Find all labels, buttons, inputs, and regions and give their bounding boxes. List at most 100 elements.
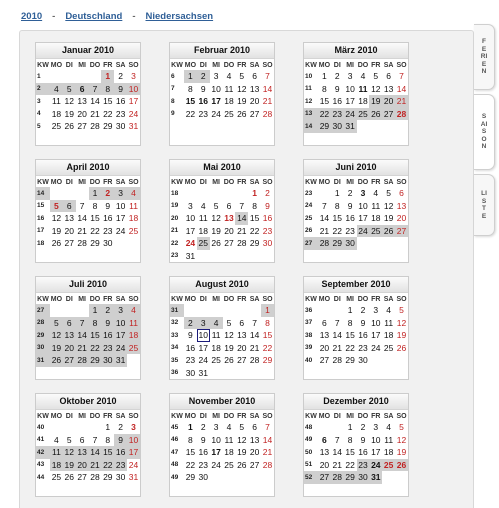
day-cell[interactable]: 15 [344,329,357,342]
tab-liste[interactable]: LISTE [474,174,495,236]
day-cell[interactable]: 5 [369,70,382,83]
day-cell[interactable]: 26 [50,354,63,367]
day-cell[interactable]: 20 [62,341,76,354]
day-cell[interactable]: 3 [114,187,128,200]
day-cell[interactable]: 24 [197,354,210,367]
day-cell[interactable]: 12 [369,83,382,96]
day-cell[interactable]: 8 [344,317,357,330]
day-cell[interactable]: 10 [357,200,370,213]
day-cell[interactable]: 31 [184,250,197,263]
month-title[interactable]: Februar 2010 [170,43,274,59]
day-cell[interactable]: 19 [50,225,63,238]
day-cell[interactable]: 10 [369,434,382,447]
day-cell[interactable]: 10 [127,433,140,446]
day-cell[interactable]: 29 [248,237,261,250]
day-cell[interactable]: 14 [318,212,331,225]
day-cell[interactable]: 12 [50,212,63,225]
day-cell[interactable]: 14 [235,212,249,225]
day-cell[interactable]: 30 [357,354,370,367]
day-cell[interactable]: 21 [331,459,344,472]
day-cell[interactable]: 6 [75,82,89,95]
day-cell[interactable]: 28 [395,107,408,120]
day-cell[interactable]: 20 [63,225,76,238]
day-cell[interactable]: 14 [395,83,408,96]
day-cell[interactable]: 25 [127,341,140,354]
day-cell[interactable]: 26 [63,471,76,484]
day-cell[interactable]: 15 [344,446,357,459]
day-cell[interactable]: 21 [261,95,274,108]
day-cell[interactable]: 6 [382,70,395,83]
day-cell[interactable]: 29 [88,354,102,367]
day-cell[interactable]: 17 [114,212,127,225]
day-cell[interactable]: 23 [357,342,370,355]
day-cell[interactable]: 20 [248,446,261,459]
day-cell[interactable]: 16 [344,212,357,225]
day-cell[interactable]: 1 [318,70,331,83]
day-cell[interactable]: 21 [76,225,89,238]
day-cell[interactable]: 10 [210,434,223,447]
month-title[interactable]: Mai 2010 [170,160,274,176]
day-cell[interactable]: 26 [63,120,76,133]
day-cell[interactable]: 1 [88,304,102,317]
day-cell[interactable]: 11 [50,95,63,108]
day-cell[interactable]: 22 [331,225,344,238]
day-cell[interactable]: 9 [197,434,210,447]
day-cell[interactable]: 25 [356,107,370,120]
day-cell[interactable]: 29 [184,471,197,484]
day-cell[interactable]: 1 [344,421,357,434]
day-cell[interactable]: 23 [114,108,127,121]
breadcrumb-country-link[interactable]: Deutschland [65,11,122,22]
day-cell[interactable]: 5 [50,316,63,329]
day-cell[interactable]: 6 [248,70,261,83]
day-cell[interactable]: 9 [101,200,114,213]
day-cell[interactable]: 7 [88,82,102,95]
day-cell[interactable]: 21 [395,95,408,108]
day-cell[interactable]: 9 [261,200,274,213]
day-cell[interactable]: 26 [235,108,248,121]
day-cell[interactable]: 11 [382,434,395,447]
day-cell[interactable]: 24 [114,341,128,354]
day-cell[interactable]: 4 [50,434,63,447]
day-cell[interactable]: 18 [50,458,63,471]
day-cell[interactable]: 17 [127,95,140,108]
breadcrumb-state-link[interactable]: Niedersachsen [146,11,214,22]
day-cell[interactable]: 12 [235,83,248,96]
day-cell[interactable]: 20 [248,95,261,108]
day-cell[interactable]: 30 [356,471,370,484]
day-cell[interactable]: 28 [235,237,248,250]
day-cell[interactable]: 6 [235,317,248,330]
day-cell[interactable]: 14 [248,329,261,342]
day-cell[interactable]: 11 [369,200,382,213]
day-cell[interactable]: 1 [184,421,197,434]
day-cell[interactable]: 4 [209,316,223,329]
day-cell[interactable]: 11 [357,83,370,96]
day-cell[interactable]: 9 [114,82,128,95]
day-cell[interactable]: 23 [101,341,115,354]
day-cell[interactable]: 2 [196,70,210,83]
day-cell[interactable]: 15 [184,95,197,108]
day-cell[interactable]: 25 [196,237,210,250]
day-cell[interactable]: 28 [318,237,331,250]
day-cell[interactable]: 31 [343,120,357,133]
day-cell[interactable]: 1 [261,304,274,317]
day-cell[interactable]: 19 [210,225,223,238]
day-cell[interactable]: 5 [395,421,408,434]
day-cell[interactable]: 18 [127,329,140,342]
day-cell[interactable]: 9 [357,317,370,330]
day-cell[interactable]: 30 [343,237,357,250]
day-cell[interactable]: 14 [75,329,89,342]
day-cell[interactable]: 15 [88,329,102,342]
day-cell[interactable]: 4 [223,70,236,83]
day-cell[interactable]: 11 [127,316,140,329]
day-cell[interactable]: 17 [369,329,382,342]
day-cell[interactable]: 8 [318,83,331,96]
day-cell[interactable]: 23 [344,225,357,238]
day-cell[interactable]: 10 [114,200,127,213]
day-cell[interactable]: 4 [223,421,236,434]
day-cell[interactable]: 22 [101,108,114,121]
day-cell[interactable]: 28 [331,354,344,367]
day-cell[interactable]: 26 [210,237,223,250]
day-cell[interactable]: 17 [369,446,382,459]
day-cell[interactable]: 2 [357,421,370,434]
day-cell[interactable]: 6 [223,200,236,213]
